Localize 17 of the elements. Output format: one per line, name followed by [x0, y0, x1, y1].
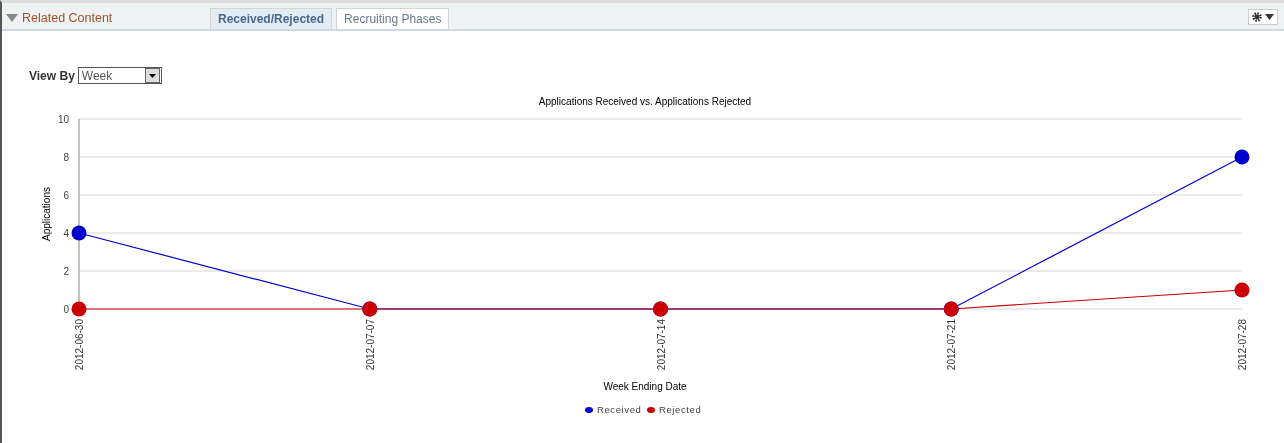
y-tick-label: 2	[63, 266, 69, 277]
x-tick-label: 2012-07-28	[1237, 319, 1248, 371]
y-axis-title: Applications	[41, 187, 52, 241]
y-tick-label: 6	[63, 190, 69, 201]
x-axis-title: Week Ending Date	[603, 381, 687, 392]
legend-label: Rejected	[659, 404, 702, 415]
y-tick-label: 4	[63, 228, 69, 239]
y-tick-label: 8	[63, 152, 69, 163]
view-by-label: View By	[29, 68, 75, 83]
x-tick-label: 2012-07-14	[655, 319, 667, 371]
chart-title: Applications Received vs. Applications Rejected	[538, 96, 752, 107]
y-tick-label: 10	[57, 114, 69, 125]
x-tick-label: 2012-07-21	[946, 319, 958, 371]
y-tick-label: 0	[63, 304, 69, 315]
legend-label: Received	[597, 404, 642, 415]
x-tick-label: 2012-07-07	[364, 319, 376, 371]
x-tick-label: 2012-06-30	[74, 319, 85, 371]
